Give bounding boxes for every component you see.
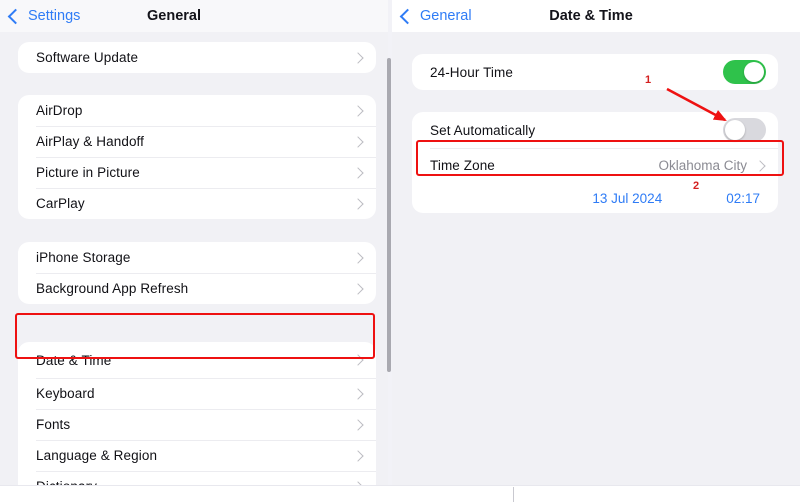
- row-label: Picture in Picture: [36, 165, 140, 180]
- row-dictionary[interactable]: Dictionary: [18, 471, 376, 486]
- chevron-right-icon: [352, 135, 364, 148]
- chevron-right-icon: [352, 197, 364, 210]
- row-date-time-values: 13 Jul 2024 02:17: [412, 183, 778, 213]
- row-label: Language & Region: [36, 448, 158, 463]
- toggle-24-hour-time[interactable]: [723, 60, 766, 84]
- row-time-zone[interactable]: Time Zone Oklahoma City: [412, 148, 778, 183]
- row-label: CarPlay: [36, 196, 85, 211]
- toggle-knob: [744, 62, 764, 82]
- chevron-left-icon: [399, 8, 416, 24]
- row-label: Date & Time: [36, 352, 112, 368]
- left-panel-scrollbar[interactable]: [387, 58, 391, 372]
- settings-group-system: Date & Time Keyboard Fonts Language & Re…: [18, 342, 376, 486]
- row-label: Set Automatically: [430, 122, 536, 138]
- chevron-right-icon: [754, 159, 766, 172]
- settings-group-storage: iPhone Storage Background App Refresh: [18, 242, 376, 304]
- chevron-right-icon: [352, 166, 364, 179]
- row-label: AirDrop: [36, 103, 83, 118]
- row-fonts[interactable]: Fonts: [18, 409, 376, 440]
- row-airdrop[interactable]: AirDrop: [18, 95, 376, 126]
- time-zone-value: Oklahoma City: [658, 158, 747, 173]
- chevron-right-icon: [352, 418, 364, 431]
- time-value-button[interactable]: 02:17: [726, 191, 760, 206]
- date-time-panel: General Date & Time 24-Hour Time Set Aut…: [392, 0, 800, 486]
- screenshot-root: Settings General Software Update AirDrop…: [0, 0, 800, 502]
- row-picture-in-picture[interactable]: Picture in Picture: [18, 157, 376, 188]
- toggle-set-automatically[interactable]: [723, 118, 766, 142]
- left-scroll-area[interactable]: Software Update AirDrop AirPlay & Handof…: [0, 32, 388, 486]
- timezone-group: Set Automatically Time Zone Oklahoma Cit…: [412, 112, 778, 213]
- chevron-right-icon: [352, 104, 364, 117]
- left-nav-bar: Settings General: [0, 0, 388, 32]
- row-label: iPhone Storage: [36, 250, 131, 265]
- chevron-right-icon: [352, 387, 364, 400]
- chevron-right-icon: [352, 354, 364, 366]
- row-label: 24-Hour Time: [430, 64, 513, 80]
- right-panel-title: Date & Time: [549, 8, 633, 24]
- general-settings-panel: Settings General Software Update AirDrop…: [0, 0, 388, 486]
- chevron-right-icon: [352, 251, 364, 264]
- row-label: Software Update: [36, 50, 139, 65]
- left-panel-title: General: [147, 8, 201, 24]
- toggle-knob: [725, 120, 745, 140]
- row-set-automatically[interactable]: Set Automatically: [412, 112, 778, 148]
- back-to-general-label: General: [420, 8, 472, 24]
- right-scroll-area: 24-Hour Time Set Automatically Time Zone…: [392, 32, 800, 486]
- row-language-region[interactable]: Language & Region: [18, 440, 376, 471]
- settings-group-connectivity: AirDrop AirPlay & Handoff Picture in Pic…: [18, 95, 376, 219]
- chevron-right-icon: [352, 282, 364, 295]
- chevron-left-icon: [7, 8, 24, 24]
- bottom-vertical-divider: [513, 487, 514, 502]
- row-iphone-storage[interactable]: iPhone Storage: [18, 242, 376, 273]
- right-nav-bar: General Date & Time: [392, 0, 800, 32]
- row-keyboard[interactable]: Keyboard: [18, 378, 376, 409]
- chevron-right-icon: [352, 51, 364, 64]
- row-background-app-refresh[interactable]: Background App Refresh: [18, 273, 376, 304]
- row-label: Keyboard: [36, 386, 95, 401]
- row-software-update[interactable]: Software Update: [18, 42, 376, 73]
- row-date-and-time[interactable]: Date & Time: [18, 342, 376, 378]
- row-label: Background App Refresh: [36, 281, 189, 296]
- chevron-right-icon: [352, 449, 364, 462]
- back-to-settings-button[interactable]: Settings: [7, 8, 81, 24]
- back-to-settings-label: Settings: [28, 8, 81, 24]
- row-label: Time Zone: [430, 158, 495, 173]
- row-label: Fonts: [36, 417, 71, 432]
- hour-format-group: 24-Hour Time: [412, 54, 778, 90]
- row-24-hour-time[interactable]: 24-Hour Time: [412, 54, 778, 90]
- bottom-strip: [0, 486, 800, 502]
- row-airplay-handoff[interactable]: AirPlay & Handoff: [18, 126, 376, 157]
- date-value-button[interactable]: 13 Jul 2024: [592, 191, 662, 206]
- row-carplay[interactable]: CarPlay: [18, 188, 376, 219]
- back-to-general-button[interactable]: General: [399, 8, 472, 24]
- row-label: AirPlay & Handoff: [36, 134, 145, 149]
- settings-group-software: Software Update: [18, 42, 376, 73]
